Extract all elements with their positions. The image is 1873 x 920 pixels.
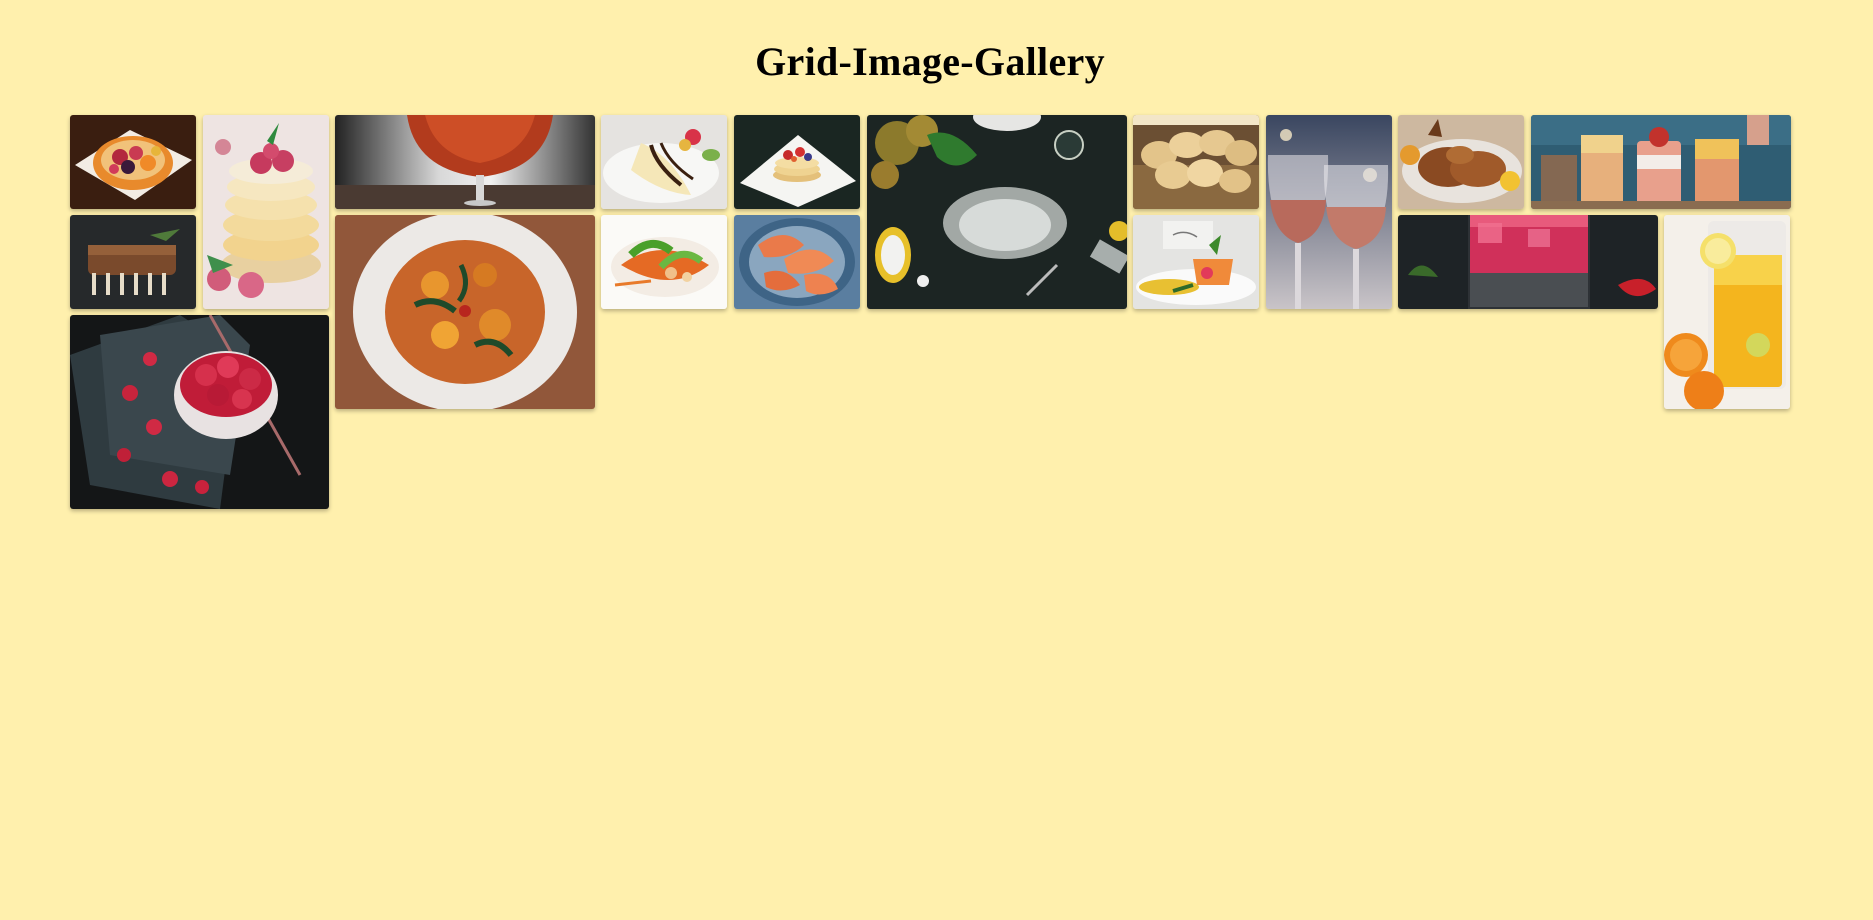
orange-juice-image[interactable]	[1664, 215, 1790, 409]
raspberry-parfait-image[interactable]	[70, 315, 329, 509]
rose-wine-glasses-image[interactable]	[1266, 115, 1392, 309]
red-wine-glass-image[interactable]	[335, 115, 595, 209]
plated-dish-image[interactable]	[1133, 215, 1259, 309]
fruit-tart-image[interactable]	[70, 115, 196, 209]
raspberry-pancakes-image[interactable]	[203, 115, 329, 309]
papaya-salad-image[interactable]	[601, 215, 727, 309]
shrimp-plate-image[interactable]	[734, 215, 860, 309]
image-gallery	[70, 115, 1791, 510]
strawberry-pancakes-image[interactable]	[734, 115, 860, 209]
red-drink-image[interactable]	[1398, 215, 1658, 309]
smoothie-jars-image[interactable]	[1531, 115, 1791, 209]
page: Grid-Image-Gallery	[0, 0, 1873, 920]
page-title: Grid-Image-Gallery	[755, 39, 1105, 84]
flour-table-image[interactable]	[867, 115, 1127, 309]
roast-chicken-image[interactable]	[1398, 115, 1524, 209]
lamb-rack-image[interactable]	[70, 215, 196, 309]
cream-puffs-image[interactable]	[1133, 115, 1259, 209]
banana-dessert-image[interactable]	[601, 115, 727, 209]
pasta-bowl-image[interactable]	[335, 215, 595, 409]
